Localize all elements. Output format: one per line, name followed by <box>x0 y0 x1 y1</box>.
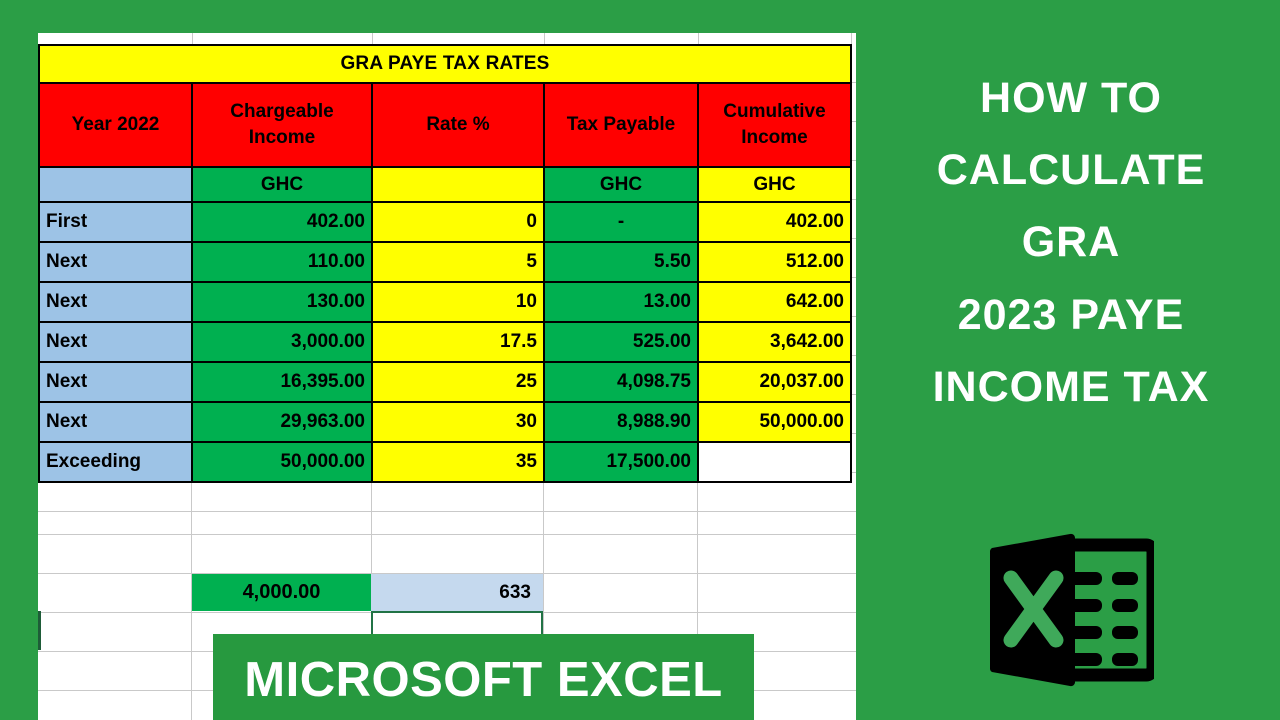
header-cumulative-income: Cumulative Income <box>697 82 852 168</box>
headline-line-2: CALCULATE <box>936 146 1206 195</box>
cell-cumulative-income[interactable] <box>697 441 852 483</box>
row-header-marker <box>38 611 41 650</box>
cell-cumulative-income[interactable]: 50,000.00 <box>697 401 852 443</box>
cell-cumulative-income[interactable]: 402.00 <box>697 201 852 243</box>
currency-year <box>38 166 193 203</box>
cell-chargeable-income[interactable]: 110.00 <box>191 241 373 283</box>
headline-text: HOW TO CALCULATE GRA 2023 PAYE INCOME TA… <box>862 62 1280 423</box>
cell-cumulative-income[interactable]: 3,642.00 <box>697 321 852 363</box>
header-year: Year 2022 <box>38 82 193 168</box>
header-tax-payable: Tax Payable <box>543 82 699 168</box>
currency-cumulative-income: GHC <box>697 166 852 203</box>
headline-line-5: INCOME TAX <box>932 362 1210 411</box>
cell-band[interactable]: Next <box>38 321 193 363</box>
table-title: GRA PAYE TAX RATES <box>38 44 852 84</box>
table-row[interactable]: Next 16,395.00 25 4,098.75 20,037.00 <box>38 361 852 403</box>
table-row[interactable]: Next 29,963.00 30 8,988.90 50,000.00 <box>38 401 852 443</box>
cell-tax-payable[interactable]: 8,988.90 <box>543 401 699 443</box>
cell-rate[interactable]: 10 <box>371 281 545 323</box>
table-row[interactable]: Next 130.00 10 13.00 642.00 <box>38 281 852 323</box>
cell-tax-payable[interactable]: 525.00 <box>543 321 699 363</box>
cell-tax-payable[interactable]: 17,500.00 <box>543 441 699 483</box>
cell-chargeable-income[interactable]: 130.00 <box>191 281 373 323</box>
cell-band[interactable]: Next <box>38 361 193 403</box>
cell-chargeable-income[interactable]: 50,000.00 <box>191 441 373 483</box>
cell-tax-payable[interactable]: - <box>543 201 699 243</box>
cell-tax-payable[interactable]: 5.50 <box>543 241 699 283</box>
header-rate: Rate % <box>371 82 545 168</box>
cell-rate[interactable]: 17.5 <box>371 321 545 363</box>
table-header-row: Year 2022 Chargeable Income Rate % Tax P… <box>38 82 852 168</box>
calc-input-cell[interactable]: 4,000.00 <box>192 574 371 611</box>
currency-row: GHC GHC GHC <box>38 166 852 203</box>
cell-cumulative-income[interactable]: 642.00 <box>697 281 852 323</box>
cell-chargeable-income[interactable]: 16,395.00 <box>191 361 373 403</box>
cell-rate[interactable]: 25 <box>371 361 545 403</box>
table-row[interactable]: Next 110.00 5 5.50 512.00 <box>38 241 852 283</box>
cell-band[interactable]: First <box>38 201 193 243</box>
cell-cumulative-income[interactable]: 512.00 <box>697 241 852 283</box>
right-title-panel: HOW TO CALCULATE GRA 2023 PAYE INCOME TA… <box>862 0 1280 720</box>
cell-rate[interactable]: 5 <box>371 241 545 283</box>
microsoft-excel-banner-label: MICROSOFT EXCEL <box>244 653 723 707</box>
cell-rate[interactable]: 35 <box>371 441 545 483</box>
cell-rate[interactable]: 30 <box>371 401 545 443</box>
cell-band[interactable]: Next <box>38 401 193 443</box>
headline-line-4: 2023 PAYE <box>957 290 1185 339</box>
cell-band[interactable]: Exceeding <box>38 441 193 483</box>
cell-tax-payable[interactable]: 13.00 <box>543 281 699 323</box>
headline-line-3: GRA <box>1021 218 1121 267</box>
cell-chargeable-income[interactable]: 402.00 <box>191 201 373 243</box>
spreadsheet-canvas[interactable]: GRA PAYE TAX RATES Year 2022 Chargeable … <box>38 33 856 720</box>
currency-rate <box>371 166 545 203</box>
microsoft-excel-logo-icon <box>990 533 1154 687</box>
currency-tax-payable: GHC <box>543 166 699 203</box>
calc-result-cell[interactable]: 633 <box>371 574 543 611</box>
table-row[interactable]: First 402.00 0 - 402.00 <box>38 201 852 243</box>
tax-rates-table[interactable]: GRA PAYE TAX RATES Year 2022 Chargeable … <box>38 33 852 483</box>
table-title-row: GRA PAYE TAX RATES <box>38 44 852 84</box>
microsoft-excel-banner: MICROSOFT EXCEL <box>213 634 754 720</box>
cell-band[interactable]: Next <box>38 241 193 283</box>
currency-chargeable-income: GHC <box>191 166 373 203</box>
table-row[interactable]: Next 3,000.00 17.5 525.00 3,642.00 <box>38 321 852 363</box>
table-row[interactable]: Exceeding 50,000.00 35 17,500.00 <box>38 441 852 483</box>
cell-chargeable-income[interactable]: 29,963.00 <box>191 401 373 443</box>
sheet-top-spacer <box>39 33 852 46</box>
cell-chargeable-income[interactable]: 3,000.00 <box>191 321 373 363</box>
headline-line-1: HOW TO <box>980 74 1162 122</box>
header-chargeable-income: Chargeable Income <box>191 82 373 168</box>
cell-tax-payable[interactable]: 4,098.75 <box>543 361 699 403</box>
cell-cumulative-income[interactable]: 20,037.00 <box>697 361 852 403</box>
cell-rate[interactable]: 0 <box>371 201 545 243</box>
cell-band[interactable]: Next <box>38 281 193 323</box>
